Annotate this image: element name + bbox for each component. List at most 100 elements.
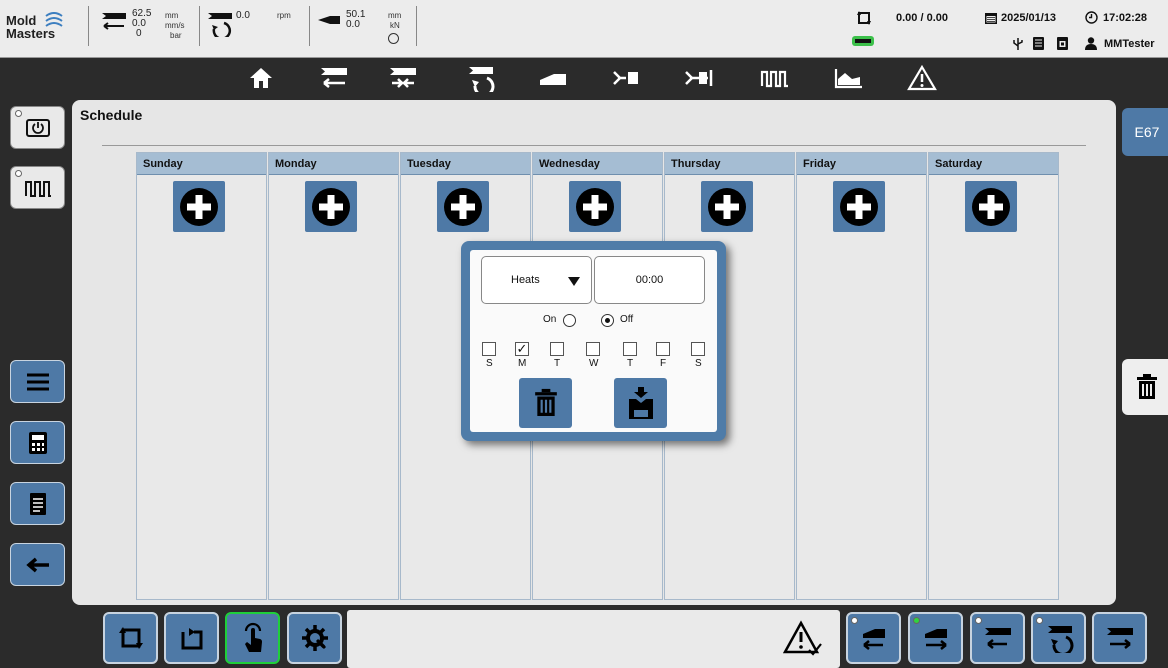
home-icon bbox=[250, 68, 272, 88]
core-pull-icon bbox=[685, 70, 713, 86]
injection-forward-button[interactable] bbox=[1092, 612, 1147, 664]
title-divider bbox=[102, 145, 1086, 146]
injection-status-icon bbox=[102, 13, 126, 30]
single-cycle-icon bbox=[181, 628, 202, 650]
logo-wave-icon bbox=[45, 12, 63, 27]
alarm-acknowledge-icon bbox=[783, 620, 822, 656]
weekday-checkbox-sunday[interactable] bbox=[482, 342, 496, 356]
add-schedule-button[interactable] bbox=[965, 181, 1017, 232]
delete-schedule-button[interactable] bbox=[519, 378, 572, 428]
status-dot bbox=[15, 110, 22, 117]
graph-icon bbox=[834, 69, 862, 89]
off-radio[interactable] bbox=[601, 314, 614, 327]
nav-core-pull-button[interactable] bbox=[679, 62, 719, 94]
document-button[interactable] bbox=[10, 482, 65, 525]
injection-icon bbox=[321, 68, 347, 88]
day-header: Monday bbox=[269, 153, 398, 175]
calculator-button[interactable] bbox=[10, 421, 65, 464]
heats-side-button[interactable] bbox=[10, 166, 65, 209]
add-schedule-button[interactable] bbox=[701, 181, 753, 232]
schedule-type-select[interactable]: Heats bbox=[481, 256, 592, 304]
clock-icon bbox=[1085, 11, 1098, 24]
time-input[interactable]: 00:00 bbox=[594, 256, 705, 304]
injection-back-button[interactable] bbox=[970, 612, 1025, 664]
setup-button[interactable] bbox=[287, 612, 342, 664]
day-header: Sunday bbox=[137, 153, 266, 175]
date-value: 2025/01/13 bbox=[1001, 12, 1057, 24]
current-user: MMTester bbox=[1104, 38, 1155, 50]
screw-rotation-icon bbox=[469, 67, 495, 92]
message-bar[interactable] bbox=[347, 610, 840, 668]
save-icon bbox=[628, 387, 653, 419]
nav-clamp-button[interactable] bbox=[533, 62, 573, 94]
add-schedule-button[interactable] bbox=[437, 181, 489, 232]
weekday-checkbox-friday[interactable] bbox=[656, 342, 670, 356]
screw-rotation-button[interactable] bbox=[1031, 612, 1086, 664]
error-code-button[interactable]: E67 bbox=[1122, 108, 1168, 156]
weekday-checkbox-wednesday[interactable] bbox=[586, 342, 600, 356]
injection-pressure-unit: bar bbox=[170, 31, 182, 40]
plus-circle-icon bbox=[972, 187, 1010, 226]
delete-all-button[interactable] bbox=[1122, 359, 1168, 415]
semi-auto-cycle-button[interactable] bbox=[164, 612, 219, 664]
status-dot bbox=[15, 170, 22, 177]
add-schedule-button[interactable] bbox=[173, 181, 225, 232]
document-status-icon bbox=[1033, 37, 1044, 50]
day-column-sunday: Sunday bbox=[136, 152, 267, 600]
weekday-checkbox-monday[interactable]: ✓ bbox=[515, 342, 529, 356]
user-icon bbox=[1085, 37, 1097, 50]
status-dot bbox=[975, 617, 982, 624]
time-value: 17:02:28 bbox=[1103, 12, 1148, 24]
on-radio[interactable] bbox=[563, 314, 576, 327]
back-button[interactable] bbox=[10, 543, 65, 586]
weekday-checkbox-saturday[interactable] bbox=[691, 342, 705, 356]
hamburger-menu-icon bbox=[26, 373, 49, 390]
injection-position-unit: mm bbox=[165, 11, 179, 20]
save-schedule-button[interactable] bbox=[614, 378, 667, 428]
plus-circle-icon bbox=[180, 187, 218, 226]
on-radio-label: On bbox=[543, 314, 557, 325]
clamp-close-button[interactable] bbox=[908, 612, 963, 664]
heats-icon bbox=[24, 180, 51, 197]
dropdown-arrow-icon bbox=[568, 277, 580, 286]
add-schedule-button[interactable] bbox=[833, 181, 885, 232]
clamp-force-value: 0.0 bbox=[346, 19, 360, 30]
trash-icon bbox=[534, 388, 557, 416]
day-column-monday: Monday bbox=[268, 152, 399, 600]
nav-injection-hold-button[interactable] bbox=[383, 62, 423, 94]
temperature-controller-button[interactable] bbox=[10, 106, 65, 149]
nav-injection-button[interactable] bbox=[314, 62, 354, 94]
weekday-label: T bbox=[554, 358, 561, 369]
add-schedule-button[interactable] bbox=[569, 181, 621, 232]
weekday-checkbox-tuesday[interactable] bbox=[550, 342, 564, 356]
nav-home-button[interactable] bbox=[241, 62, 281, 94]
manual-mode-button[interactable] bbox=[225, 612, 280, 664]
nav-screw-rotation-button[interactable] bbox=[460, 62, 500, 94]
nav-alarm-button[interactable] bbox=[902, 62, 942, 94]
auto-cycle-button[interactable] bbox=[103, 612, 158, 664]
injection-speed-unit: mm/s bbox=[165, 21, 185, 30]
clamp-open-button[interactable] bbox=[846, 612, 901, 664]
divider bbox=[199, 6, 200, 46]
dialog-body: Heats 00:00 On Off S ✓ M T W T F S bbox=[470, 250, 717, 432]
day-column-friday: Friday bbox=[796, 152, 927, 600]
clamp-close-icon bbox=[924, 629, 947, 650]
clamp-indicator-icon bbox=[388, 33, 399, 44]
add-schedule-button[interactable] bbox=[305, 181, 357, 232]
plus-circle-icon bbox=[312, 187, 350, 226]
status-dot bbox=[1036, 617, 1043, 624]
menu-button[interactable] bbox=[10, 360, 65, 403]
injection-forward-icon bbox=[1106, 628, 1133, 649]
weekday-checkbox-thursday[interactable] bbox=[623, 342, 637, 356]
injection-back-icon bbox=[984, 628, 1011, 649]
clamp-position-unit: mm bbox=[388, 11, 402, 20]
plus-circle-icon bbox=[840, 187, 878, 226]
day-header: Saturday bbox=[929, 153, 1058, 175]
nav-heats-button[interactable] bbox=[755, 62, 795, 94]
injection-pressure-value: 0 bbox=[136, 28, 142, 39]
weekday-label: W bbox=[589, 358, 599, 369]
screw-rotation-icon bbox=[1047, 626, 1073, 653]
nav-graph-button[interactable] bbox=[829, 62, 869, 94]
nav-ejector-button[interactable] bbox=[606, 62, 646, 94]
screw-rpm-unit: rpm bbox=[277, 11, 291, 20]
